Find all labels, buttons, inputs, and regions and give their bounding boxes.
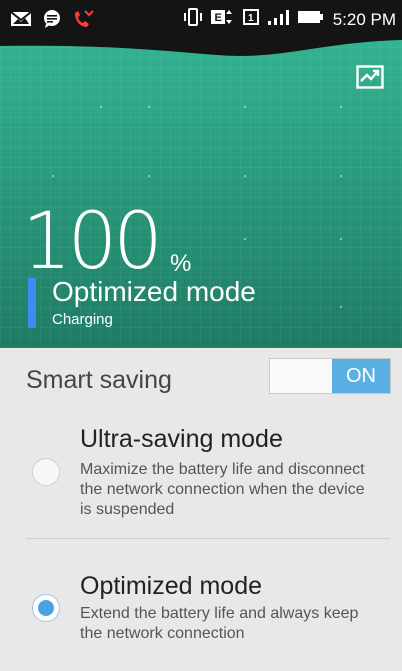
status-icons: E 1 5:20 PM: [183, 8, 396, 31]
grid-dot: [148, 175, 150, 177]
svg-text:E: E: [214, 12, 221, 24]
grid-dot: [148, 106, 150, 108]
vibrate-icon: [183, 8, 203, 31]
divider: [26, 538, 390, 539]
grid-dot: [340, 175, 342, 177]
grid-dot: [244, 175, 246, 177]
toggle-on-label[interactable]: ON: [332, 359, 390, 393]
option-desc-ultra-saving: Maximize the battery life and disconnect…: [80, 461, 365, 518]
hero-wave-shape: [0, 38, 402, 56]
charging-status: Charging: [52, 311, 113, 328]
grid-dot: [244, 106, 246, 108]
status-bar: E 1 5:20 PM: [0, 0, 402, 38]
current-mode-label: Optimized mode: [52, 276, 256, 307]
smart-saving-toggle[interactable]: ON: [269, 358, 391, 394]
option-desc-optimized: Extend the battery life and always keep …: [80, 605, 359, 642]
smart-saving-label: Smart saving: [26, 366, 172, 394]
grid-dot: [340, 306, 342, 308]
mode-indicator-bar: [28, 278, 36, 328]
signal-icon: [267, 8, 289, 31]
missed-call-icon: [72, 9, 94, 34]
battery-hero: 100 % Optimized mode Charging: [0, 38, 402, 348]
mail-icon: [10, 10, 32, 33]
battery-icon: [297, 8, 325, 31]
battery-percent-sign: %: [170, 250, 192, 277]
ultra-saving-radio[interactable]: [32, 458, 60, 486]
grid-dot: [340, 106, 342, 108]
grid-dot: [244, 238, 246, 240]
battery-percent: 100: [22, 197, 163, 287]
data-e-icon: E: [210, 8, 235, 31]
usage-stats-icon[interactable]: [356, 65, 384, 89]
option-title-ultra-saving[interactable]: Ultra-saving mode: [80, 425, 283, 454]
sim-1-icon: 1: [242, 8, 259, 31]
clock: 5:20 PM: [332, 9, 396, 29]
grid-dot: [52, 175, 54, 177]
grid-dot: [340, 238, 342, 240]
svg-text:1: 1: [248, 13, 254, 24]
grid-dot: [100, 106, 102, 108]
notification-icons: [10, 9, 94, 34]
option-title-optimized[interactable]: Optimized mode: [80, 572, 262, 601]
message-icon: [42, 9, 62, 34]
optimized-mode-radio[interactable]: [32, 594, 60, 622]
